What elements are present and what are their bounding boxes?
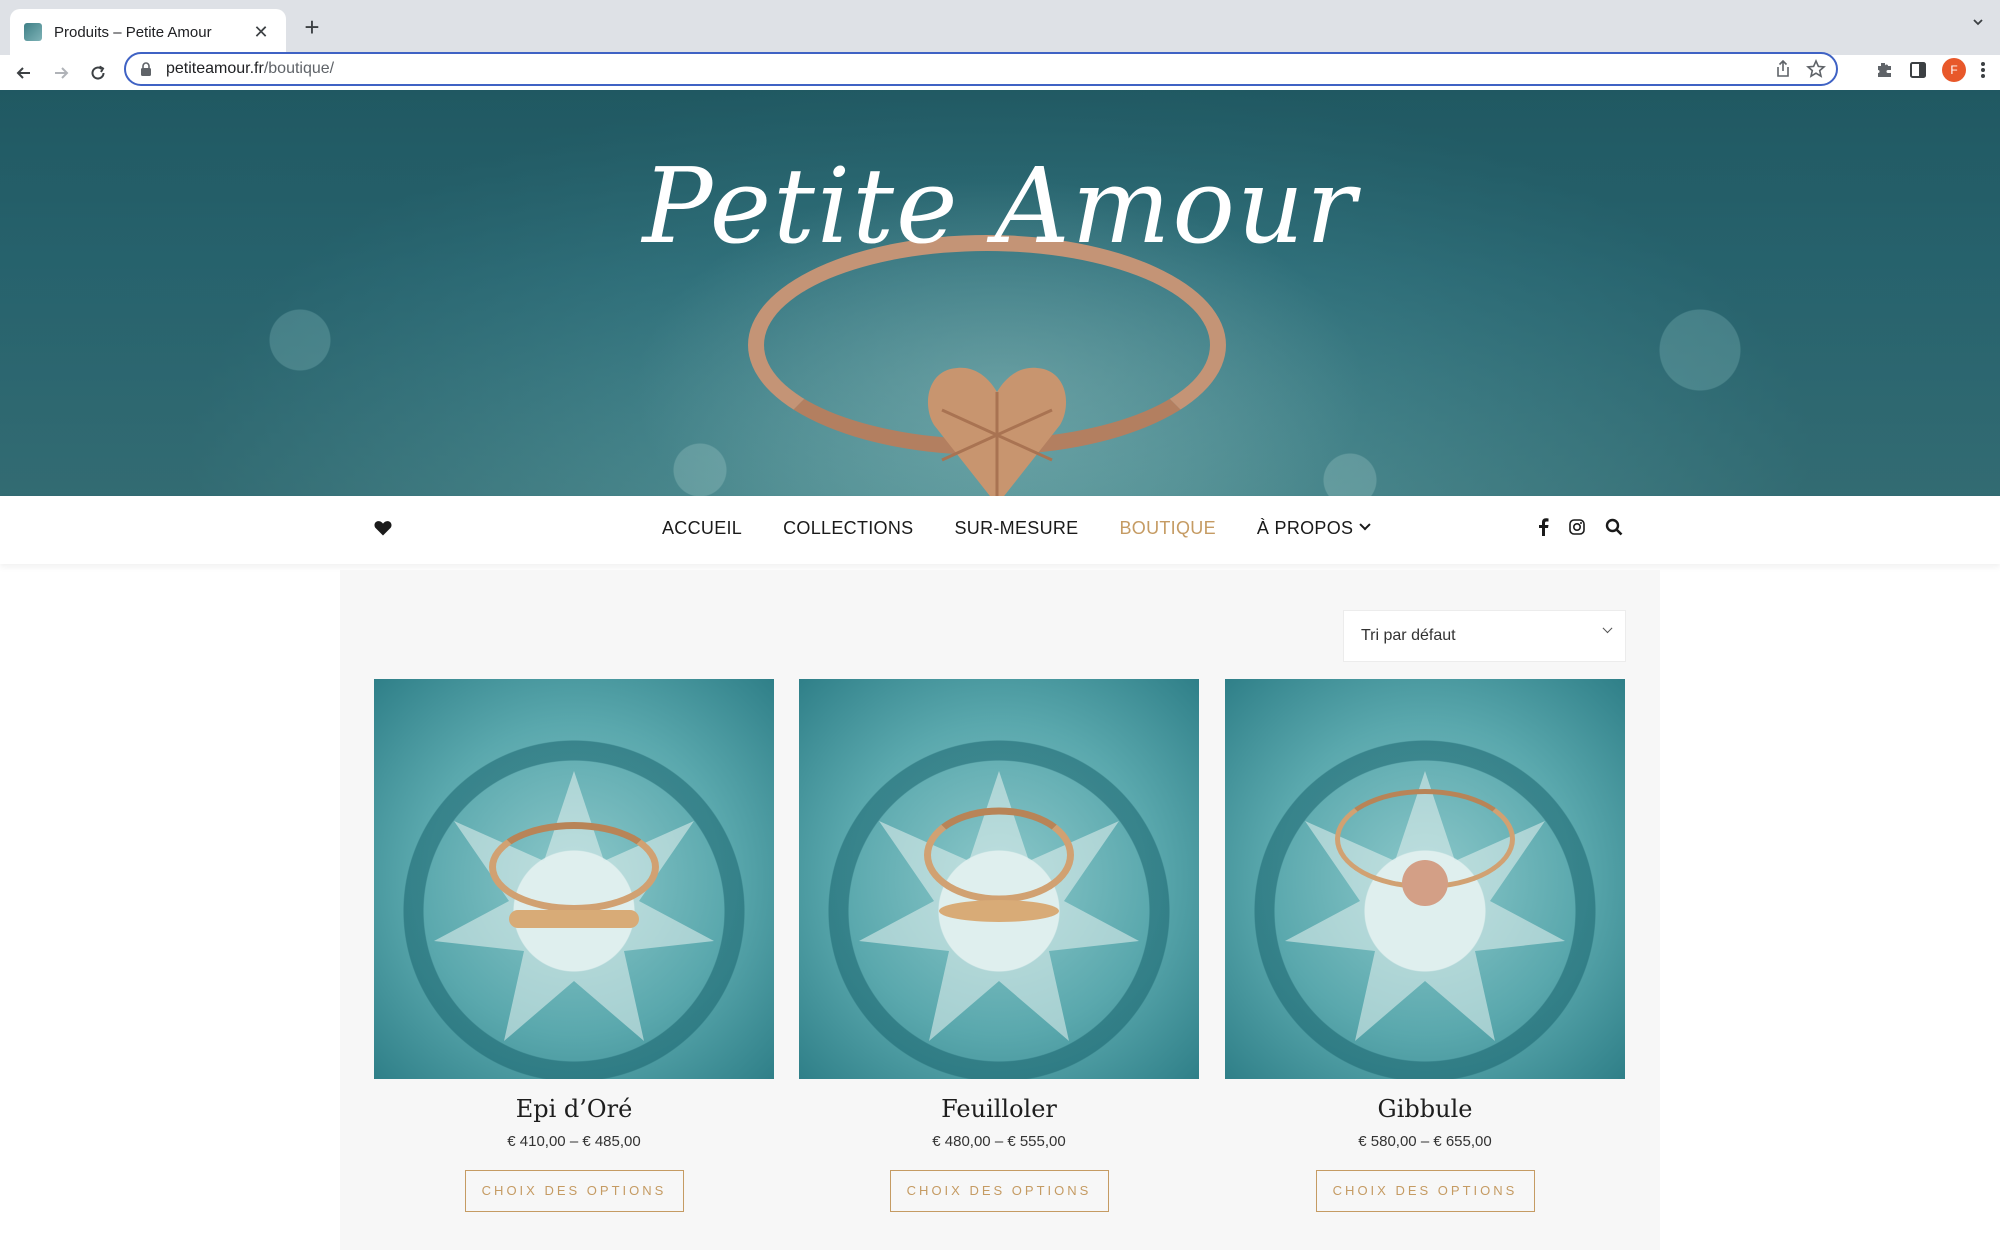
instagram-icon[interactable] [1569, 519, 1585, 535]
browser-tabstrip: Produits – Petite Amour ✕ + [0, 0, 2000, 55]
ring-image [924, 807, 1074, 903]
product-card: Gibbule € 580,00 – € 655,00 CHOIX DES OP… [1225, 679, 1625, 1212]
ring-wheat-detail [509, 910, 639, 928]
profile-avatar[interactable]: F [1942, 58, 1966, 82]
product-image[interactable] [374, 679, 774, 1079]
choose-options-button[interactable]: CHOIX DES OPTIONS [464, 1170, 684, 1212]
chevron-down-icon [1359, 518, 1372, 530]
choose-options-button[interactable]: CHOIX DES OPTIONS [889, 1170, 1109, 1212]
arrow-right-icon [55, 67, 69, 79]
main-menu: ACCUEIL COLLECTIONS SUR-MESURE BOUTIQUE … [662, 518, 1372, 539]
ring-image [489, 822, 659, 912]
back-button[interactable] [10, 59, 38, 87]
bookmark-star-icon[interactable] [1806, 59, 1826, 79]
product-price: € 480,00 – € 555,00 [932, 1133, 1066, 1150]
url-path: /boutique/ [263, 60, 335, 77]
favicon-icon [24, 23, 42, 41]
menu-item-boutique[interactable]: BOUTIQUE [1119, 518, 1215, 539]
ring-leaf-detail [939, 900, 1059, 922]
extensions-icon[interactable] [1874, 60, 1894, 80]
product-price: € 580,00 – € 655,00 [1358, 1133, 1492, 1150]
sort-select-label: Tri par défaut [1361, 627, 1456, 644]
menu-item-a-propos[interactable]: À PROPOS [1256, 518, 1372, 539]
tab-search-chevron-icon[interactable] [1972, 16, 1984, 28]
kebab-menu-icon[interactable] [1980, 60, 1986, 80]
product-image[interactable] [799, 679, 1199, 1079]
forward-button[interactable] [47, 59, 75, 87]
ring-knot-detail [1402, 860, 1448, 906]
url-host: petiteamour.fr [166, 60, 264, 77]
menu-item-collections[interactable]: COLLECTIONS [783, 518, 913, 539]
sort-select[interactable]: Tri par défaut [1343, 610, 1626, 662]
facebook-icon[interactable] [1537, 518, 1549, 536]
product-card: Epi d’Oré € 410,00 – € 485,00 CHOIX DES … [374, 679, 774, 1212]
social-links [1537, 518, 1623, 536]
product-name[interactable]: Feuilloler [799, 1095, 1199, 1123]
site-navigation: ACCUEIL COLLECTIONS SUR-MESURE BOUTIQUE … [0, 496, 2000, 564]
hero-banner: Petite Amour [0, 90, 2000, 496]
reload-button[interactable] [84, 59, 112, 87]
menu-item-accueil[interactable]: ACCUEIL [662, 518, 742, 539]
browser-tab[interactable]: Produits – Petite Amour ✕ [10, 9, 286, 55]
close-tab-icon[interactable]: ✕ [250, 22, 272, 43]
arrow-left-icon [16, 67, 30, 79]
tab-title: Produits – Petite Amour [54, 23, 212, 41]
side-panel-icon[interactable] [1908, 60, 1928, 80]
product-card: Feuilloler € 480,00 – € 555,00 CHOIX DES… [799, 679, 1199, 1212]
product-name[interactable]: Gibbule [1225, 1095, 1625, 1123]
product-name[interactable]: Epi d’Oré [374, 1095, 774, 1123]
chevron-down-icon [1602, 623, 1613, 634]
site-logo[interactable]: Petite Amour [0, 145, 2000, 267]
reload-icon [91, 65, 105, 80]
choose-options-button[interactable]: CHOIX DES OPTIONS [1315, 1170, 1535, 1212]
hero-heart-charm-icon [928, 367, 1066, 496]
search-icon[interactable] [1605, 518, 1623, 536]
address-bar[interactable]: petiteamour.fr/boutique/ [124, 52, 1838, 86]
url-text: petiteamour.fr/boutique/ [166, 60, 334, 78]
lock-icon [141, 62, 151, 76]
share-icon[interactable] [1774, 59, 1792, 79]
menu-item-sur-mesure[interactable]: SUR-MESURE [954, 518, 1078, 539]
heart-icon[interactable] [374, 520, 392, 536]
product-price: € 410,00 – € 485,00 [507, 1133, 641, 1150]
new-tab-button[interactable]: + [298, 12, 326, 43]
menu-item-a-propos-label: À PROPOS [1256, 518, 1354, 538]
product-image[interactable] [1225, 679, 1625, 1079]
